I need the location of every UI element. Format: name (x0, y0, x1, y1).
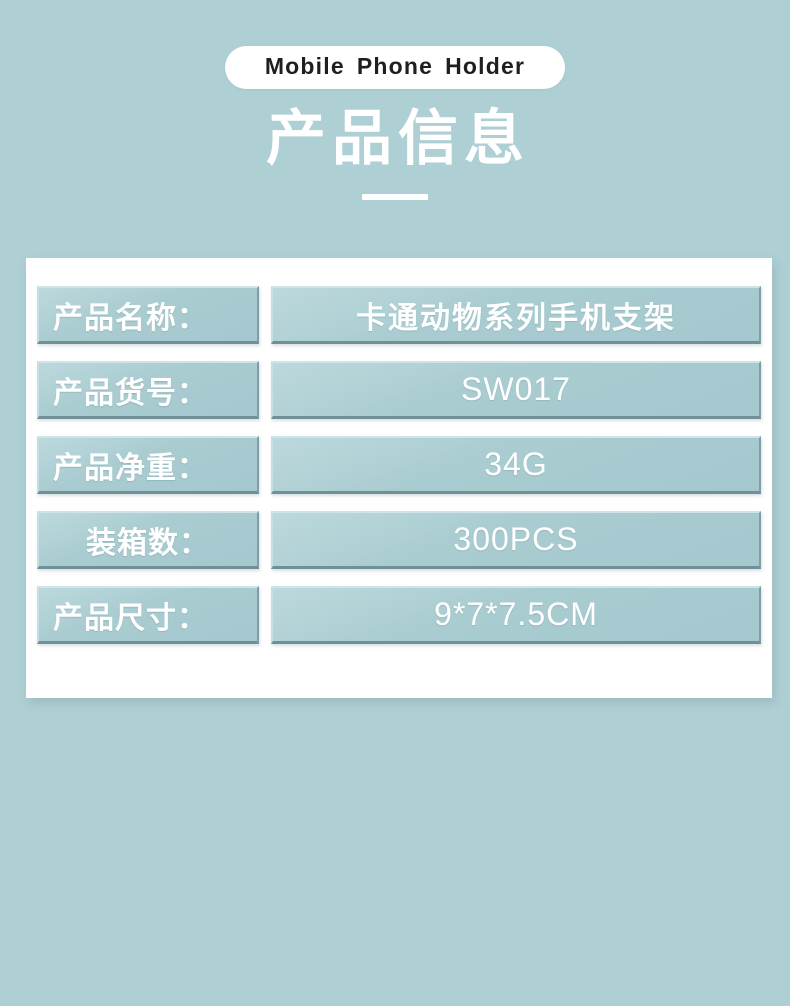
table-row-value: 卡通动物系列手机支架 (271, 286, 761, 344)
table-row-value: 34G (271, 436, 761, 494)
table-row-value: 9*7*7.5CM (271, 586, 761, 644)
title-divider (362, 193, 428, 200)
table-row-label: 产品名称： (37, 286, 259, 344)
badge-word-3: Holder (445, 53, 526, 79)
page-title: 产品信息 (266, 105, 530, 172)
table-row-label: 装箱数： (37, 511, 259, 569)
product-category-badge: Mobile Phone Holder (224, 46, 566, 89)
table-row: 产品名称： 卡通动物系列手机支架 (37, 286, 761, 344)
table-row-label: 产品净重： (37, 436, 259, 494)
table-row-value: SW017 (271, 361, 761, 419)
page-header: Mobile Phone Holder 产品信息 (0, 0, 790, 200)
table-row: 产品净重： 34G (37, 436, 761, 494)
badge-word-2: Phone (356, 53, 434, 79)
table-row: 产品尺寸： 9*7*7.5CM (37, 586, 761, 644)
product-info-card: 产品名称： 卡通动物系列手机支架 产品货号： SW017 产品净重： 34G 装箱数： 300… (26, 258, 772, 698)
table-row: 产品货号： SW017 (37, 361, 761, 419)
product-info-table: 产品名称： 卡通动物系列手机支架 产品货号： SW017 产品净重： 34G 装箱数： 300… (37, 286, 761, 644)
table-row-value: 300PCS (271, 511, 761, 569)
table-row-label: 产品货号： (37, 361, 259, 419)
table-row: 装箱数： 300PCS (37, 511, 761, 569)
badge-word-1: Mobile (264, 53, 345, 79)
table-row-label: 产品尺寸： (37, 586, 259, 644)
